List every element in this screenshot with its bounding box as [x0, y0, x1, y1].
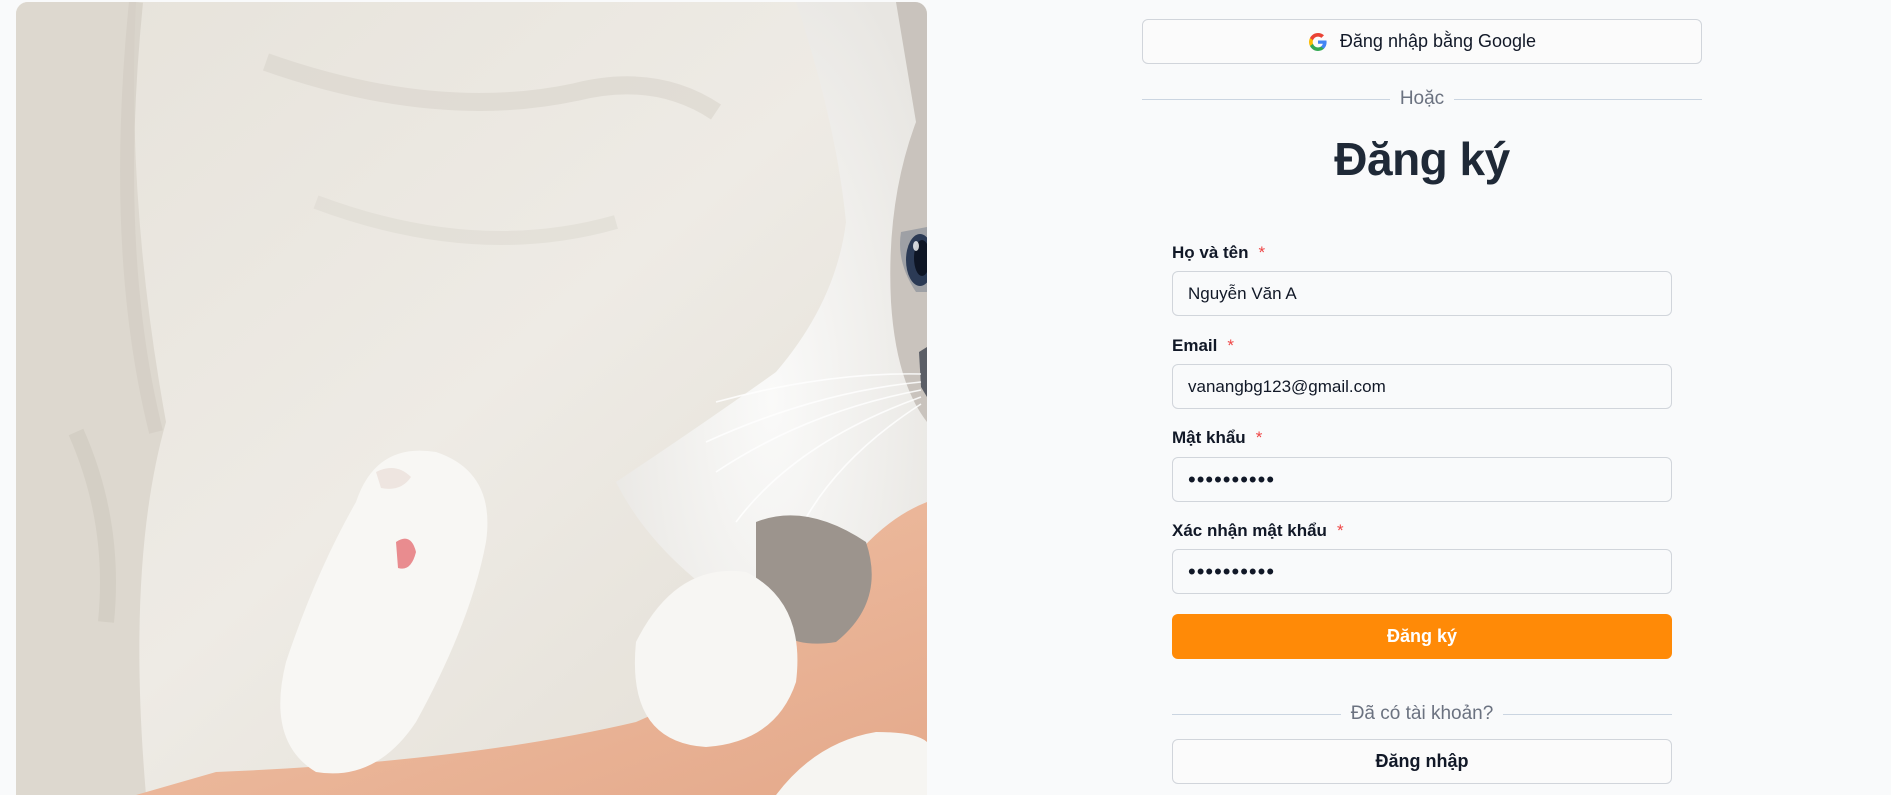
register-button[interactable]: Đăng ký	[1172, 614, 1672, 659]
password-label: Mật khẩu *	[1172, 428, 1262, 448]
email-input[interactable]	[1172, 364, 1672, 409]
required-mark: *	[1258, 243, 1266, 262]
signup-page: Đăng nhập bằng Google Hoặc Đăng ký Họ và…	[0, 0, 1891, 795]
divider-line	[1142, 98, 1390, 100]
page-title: Đăng ký	[1334, 133, 1510, 185]
password-label-text: Mật khẩu	[1172, 428, 1246, 447]
google-login-button[interactable]: Đăng nhập bằng Google	[1142, 19, 1702, 64]
required-mark: *	[1336, 521, 1344, 540]
full-name-label: Họ và tên *	[1172, 243, 1265, 263]
confirm-password-label: Xác nhận mật khẩu *	[1172, 521, 1344, 541]
divider-line	[1172, 713, 1341, 715]
email-label-text: Email	[1172, 336, 1218, 355]
full-name-input[interactable]	[1172, 271, 1672, 316]
login-button[interactable]: Đăng nhập	[1172, 739, 1672, 784]
account-divider: Đã có tài khoản?	[1172, 701, 1672, 727]
divider-line	[1503, 713, 1672, 715]
or-divider: Hoặc	[1142, 86, 1703, 112]
full-name-label-text: Họ và tên	[1172, 243, 1249, 262]
hero-image	[16, 2, 927, 795]
password-input[interactable]	[1172, 457, 1672, 502]
google-login-label: Đăng nhập bằng Google	[1339, 31, 1537, 51]
confirm-password-input[interactable]	[1172, 549, 1672, 594]
email-label: Email *	[1172, 336, 1234, 356]
required-mark: *	[1255, 428, 1263, 447]
account-divider-label: Đã có tài khoản?	[1350, 703, 1494, 724]
divider-line	[1454, 98, 1703, 100]
or-divider-label: Hoặc	[1399, 88, 1445, 109]
confirm-password-label-text: Xác nhận mật khẩu	[1172, 521, 1327, 540]
google-icon	[1308, 32, 1328, 52]
required-mark: *	[1227, 336, 1234, 355]
